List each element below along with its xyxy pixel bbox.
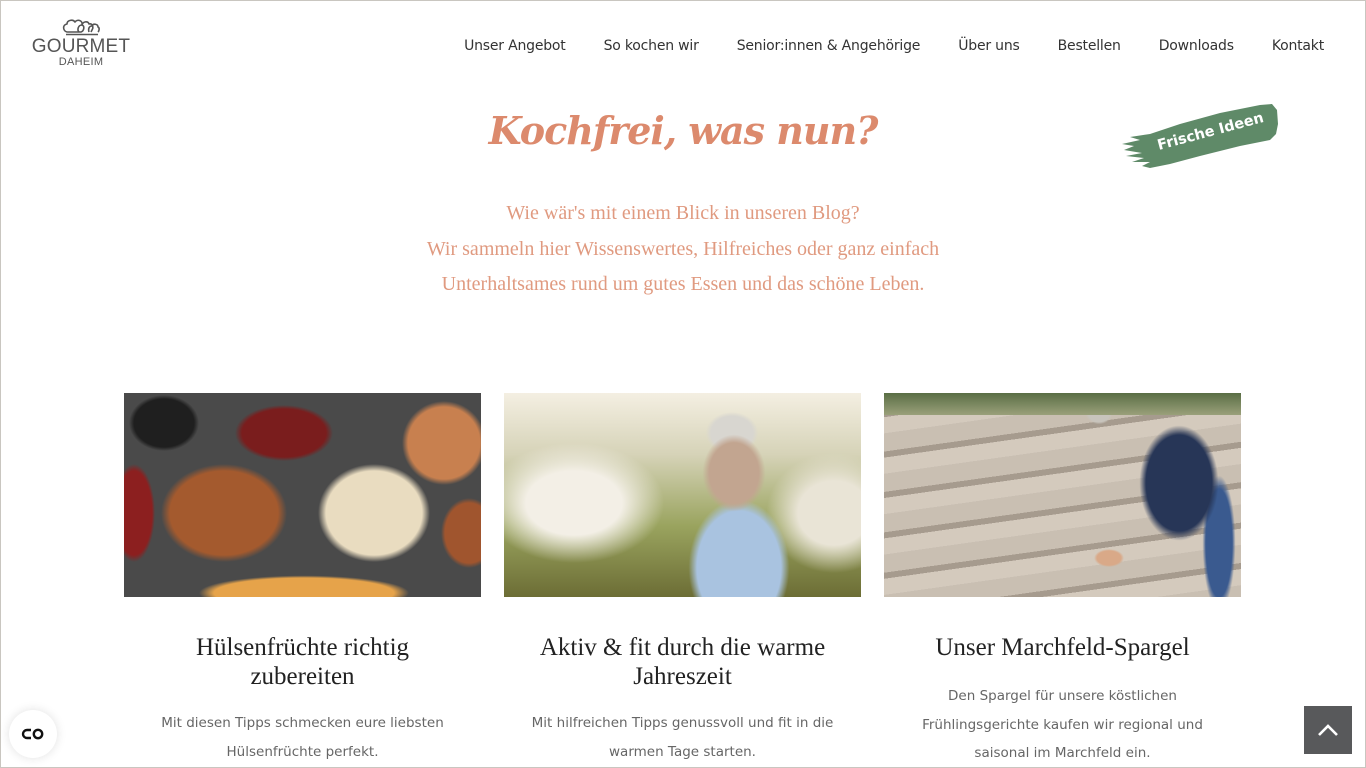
nav-bestellen[interactable]: Bestellen (1058, 36, 1121, 56)
blog-card-excerpt: Mit diesen Tipps schmecken eure liebsten… (161, 715, 444, 760)
accessibility-toggle-icon (21, 728, 44, 740)
back-to-top-button[interactable] (1304, 706, 1352, 754)
nav-kontakt[interactable]: Kontakt (1272, 36, 1324, 56)
blog-card-excerpt: Mit hilfreichen Tipps genussvoll und fit… (531, 715, 834, 760)
nav-downloads[interactable]: Downloads (1159, 36, 1234, 56)
blog-card-excerpt: Den Spargel für unsere köstlichen Frühli… (922, 688, 1203, 761)
blog-card[interactable]: Aktiv & fit durch die warme Jahreszeit M… (504, 393, 861, 768)
asparagus-harvest-photo[interactable] (884, 393, 1241, 597)
chevron-up-icon (1318, 724, 1338, 736)
chef-hats-icon (62, 19, 100, 36)
intro-line: Unterhaltsames rund um gutes Essen und d… (441, 273, 925, 295)
main-nav: Unser Angebot So kochen wir Senior:innen… (464, 36, 1324, 56)
intro-line: Wie wär's mit einem Blick in unseren Blo… (506, 202, 860, 224)
nav-unser-angebot[interactable]: Unser Angebot (464, 36, 566, 56)
accessibility-toggle-button[interactable] (9, 710, 57, 758)
frische-ideen-badge: Frische Ideen (1120, 104, 1280, 170)
nav-ueber-uns[interactable]: Über uns (958, 36, 1020, 56)
logo-brand-text: GOURMET (31, 36, 131, 57)
site-logo[interactable]: GOURMET DAHEIM (30, 17, 132, 75)
intro-text: Wie wär's mit einem Blick in unseren Blo… (0, 196, 1366, 303)
senior-woman-orchard-photo[interactable] (504, 393, 861, 597)
blog-card[interactable]: Unser Marchfeld-Spargel Den Spargel für … (884, 393, 1241, 768)
nav-seniorinnen-angehoerige[interactable]: Senior:innen & Angehörige (737, 36, 921, 56)
assorted-legumes-photo[interactable] (124, 393, 481, 597)
logo-sub-text: DAHEIM (58, 56, 104, 68)
intro-line: Wir sammeln hier Wissenswertes, Hilfreic… (426, 237, 940, 260)
nav-so-kochen-wir[interactable]: So kochen wir (604, 36, 699, 56)
blog-card-title[interactable]: Aktiv & fit durch die warme Jahreszeit (504, 633, 861, 691)
blog-card[interactable]: Hülsenfrüchte richtig zubereiten Mit die… (124, 393, 481, 768)
blog-cards: Hülsenfrüchte richtig zubereiten Mit die… (124, 393, 1241, 768)
blog-card-title[interactable]: Unser Marchfeld-Spargel (884, 633, 1241, 662)
blog-card-title[interactable]: Hülsenfrüchte richtig zubereiten (124, 633, 481, 691)
